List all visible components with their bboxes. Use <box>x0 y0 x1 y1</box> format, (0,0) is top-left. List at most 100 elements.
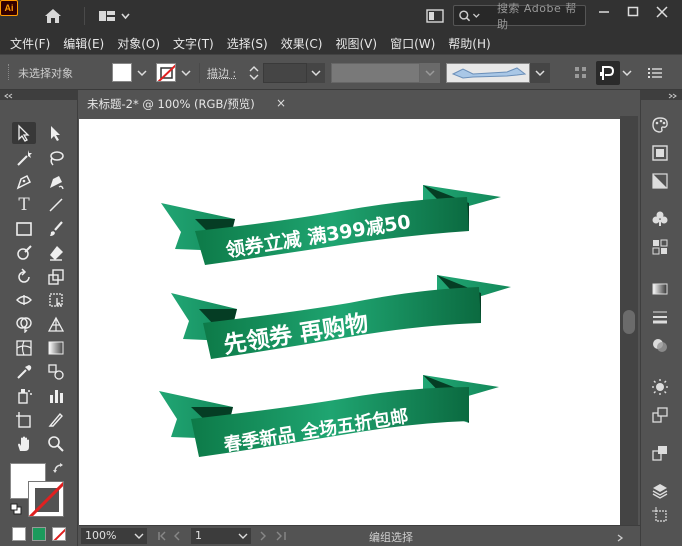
brush-definition[interactable] <box>446 63 530 83</box>
shape-builder-tool-icon[interactable] <box>12 313 36 335</box>
ribbon-banner-2[interactable]: 先领券 再购物 <box>171 275 511 359</box>
stroke-panel-icon[interactable] <box>649 306 671 328</box>
color-palette-icon[interactable] <box>649 114 671 136</box>
graphic-styles-icon[interactable] <box>649 236 671 258</box>
eyedropper-tool-icon[interactable] <box>12 361 36 383</box>
stroke-weight-dropdown-icon[interactable] <box>307 63 325 83</box>
stroke-weight-input[interactable] <box>263 63 307 83</box>
artboard-tool-icon[interactable] <box>12 409 36 431</box>
menu-file[interactable]: 文件(F) <box>10 35 50 52</box>
column-graph-tool-icon[interactable] <box>44 385 68 407</box>
appearance-icon[interactable] <box>649 376 671 398</box>
paintbrush-tool-icon[interactable] <box>44 218 68 240</box>
free-transform-tool-icon[interactable] <box>44 289 68 311</box>
symbols-icon[interactable] <box>649 208 671 230</box>
home-icon[interactable] <box>42 6 64 26</box>
slice-tool-icon[interactable] <box>44 409 68 431</box>
ribbon-banner-3[interactable]: 春季新品 全场五折包邮 <box>159 375 499 457</box>
curvature-tool-icon[interactable] <box>44 171 68 193</box>
line-segment-tool-icon[interactable] <box>44 194 68 216</box>
fill-dropdown-chevron-icon[interactable] <box>134 64 150 82</box>
first-previous-artboard-icon[interactable] <box>153 529 189 543</box>
control-bar-grip <box>8 64 10 80</box>
status-bar: 100% 1 编组选择 <box>79 525 640 546</box>
gradient-mode-button[interactable] <box>32 527 46 541</box>
swatches-icon[interactable] <box>649 170 671 192</box>
variable-width-profile[interactable] <box>331 63 420 83</box>
menu-window[interactable]: 窗口(W) <box>390 35 435 52</box>
search-input[interactable]: 搜索 Adobe 帮助 <box>453 5 586 26</box>
menu-edit[interactable]: 编辑(E) <box>63 35 104 52</box>
artboard-number-field[interactable]: 1 <box>191 528 235 544</box>
gradient-tool-icon[interactable] <box>44 337 68 359</box>
panel-menu-icon[interactable] <box>648 66 664 80</box>
profile-dropdown-icon[interactable] <box>420 63 440 83</box>
artboard[interactable]: 领券立减 满399减50 先领券 再购物 春季新品 全场五折包邮 <box>79 119 621 525</box>
type-tool-icon[interactable]: T <box>12 194 36 216</box>
menu-object[interactable]: 对象(O) <box>117 35 160 52</box>
stroke-swatch[interactable] <box>156 63 176 82</box>
width-tool-icon[interactable] <box>12 289 36 311</box>
illustrator-logo: Ai <box>0 0 18 16</box>
menu-type[interactable]: 文字(T) <box>173 35 214 52</box>
rotate-tool-icon[interactable] <box>12 266 36 288</box>
stroke-dropdown-chevron-icon[interactable] <box>178 64 194 82</box>
align-grid-icon[interactable] <box>573 65 589 81</box>
fill-swatch[interactable] <box>112 63 132 82</box>
align-panel-icon[interactable] <box>649 404 671 426</box>
eraser-tool-icon[interactable] <box>44 242 68 264</box>
none-mode-button[interactable] <box>52 527 66 541</box>
symbol-sprayer-tool-icon[interactable] <box>12 385 36 407</box>
puppet-dropdown-icon[interactable] <box>620 65 634 81</box>
document-tab[interactable]: 未标题-2* @ 100% (RGB/预览) × <box>79 92 292 116</box>
magic-wand-tool-icon[interactable] <box>12 147 36 169</box>
stroke-label[interactable]: 描边 : <box>207 65 236 81</box>
brush-dropdown-icon[interactable] <box>530 63 550 83</box>
close-icon[interactable] <box>650 4 674 20</box>
color-guide-icon[interactable] <box>649 142 671 164</box>
zoom-level-field[interactable]: 100% <box>81 528 131 544</box>
pathfinder-icon[interactable] <box>649 442 671 464</box>
blend-tool-icon[interactable] <box>44 361 68 383</box>
next-last-artboard-icon[interactable] <box>255 529 295 543</box>
control-bar: 未选择对象 描边 : <box>0 54 682 90</box>
menu-effect[interactable]: 效果(C) <box>281 35 323 52</box>
lasso-tool-icon[interactable] <box>44 147 68 169</box>
pen-tool-icon[interactable] <box>12 171 36 193</box>
rectangle-tool-icon[interactable] <box>12 218 36 240</box>
status-menu-icon[interactable] <box>615 531 627 543</box>
scale-tool-icon[interactable] <box>44 266 68 288</box>
menu-view[interactable]: 视图(V) <box>335 35 377 52</box>
menu-help[interactable]: 帮助(H) <box>448 35 490 52</box>
puppet-warp-icon[interactable] <box>596 61 620 85</box>
default-fill-stroke-icon[interactable] <box>10 503 22 515</box>
maximize-icon[interactable] <box>621 4 645 20</box>
stroke-weight-stepper[interactable] <box>247 63 261 83</box>
menu-select[interactable]: 选择(S) <box>227 35 268 52</box>
color-mode-button[interactable] <box>12 527 26 541</box>
transparency-icon[interactable] <box>649 334 671 356</box>
swap-fill-stroke-icon[interactable] <box>52 462 66 476</box>
minimize-icon[interactable] <box>592 4 616 20</box>
workspace-layout-icon[interactable] <box>97 6 133 26</box>
artboard-dropdown-icon[interactable] <box>235 528 251 544</box>
vertical-scrollbar-thumb[interactable] <box>623 310 635 334</box>
zoom-dropdown-icon[interactable] <box>131 528 147 544</box>
mesh-tool-icon[interactable] <box>12 337 36 359</box>
stroke-color-box[interactable] <box>28 481 64 517</box>
hand-tool-icon[interactable] <box>12 433 36 455</box>
canvas-area[interactable]: 领券立减 满399减50 先领券 再购物 春季新品 全场五折包邮 <box>79 116 638 525</box>
artboards-icon[interactable] <box>649 504 671 526</box>
ribbon-banner-1[interactable]: 领券立减 满399减50 <box>161 185 501 265</box>
selection-tool-icon[interactable] <box>12 122 36 144</box>
direct-selection-tool-icon[interactable] <box>44 122 68 144</box>
control-separator <box>199 63 200 83</box>
layers-icon[interactable] <box>649 480 671 502</box>
zoom-tool-icon[interactable] <box>44 433 68 455</box>
shaper-tool-icon[interactable] <box>12 242 36 264</box>
gradient-panel-icon[interactable] <box>649 278 671 300</box>
arrange-documents-icon[interactable] <box>425 6 445 26</box>
perspective-grid-tool-icon[interactable] <box>44 313 68 335</box>
right-panel-header <box>641 90 682 100</box>
close-tab-icon[interactable]: × <box>276 96 286 110</box>
